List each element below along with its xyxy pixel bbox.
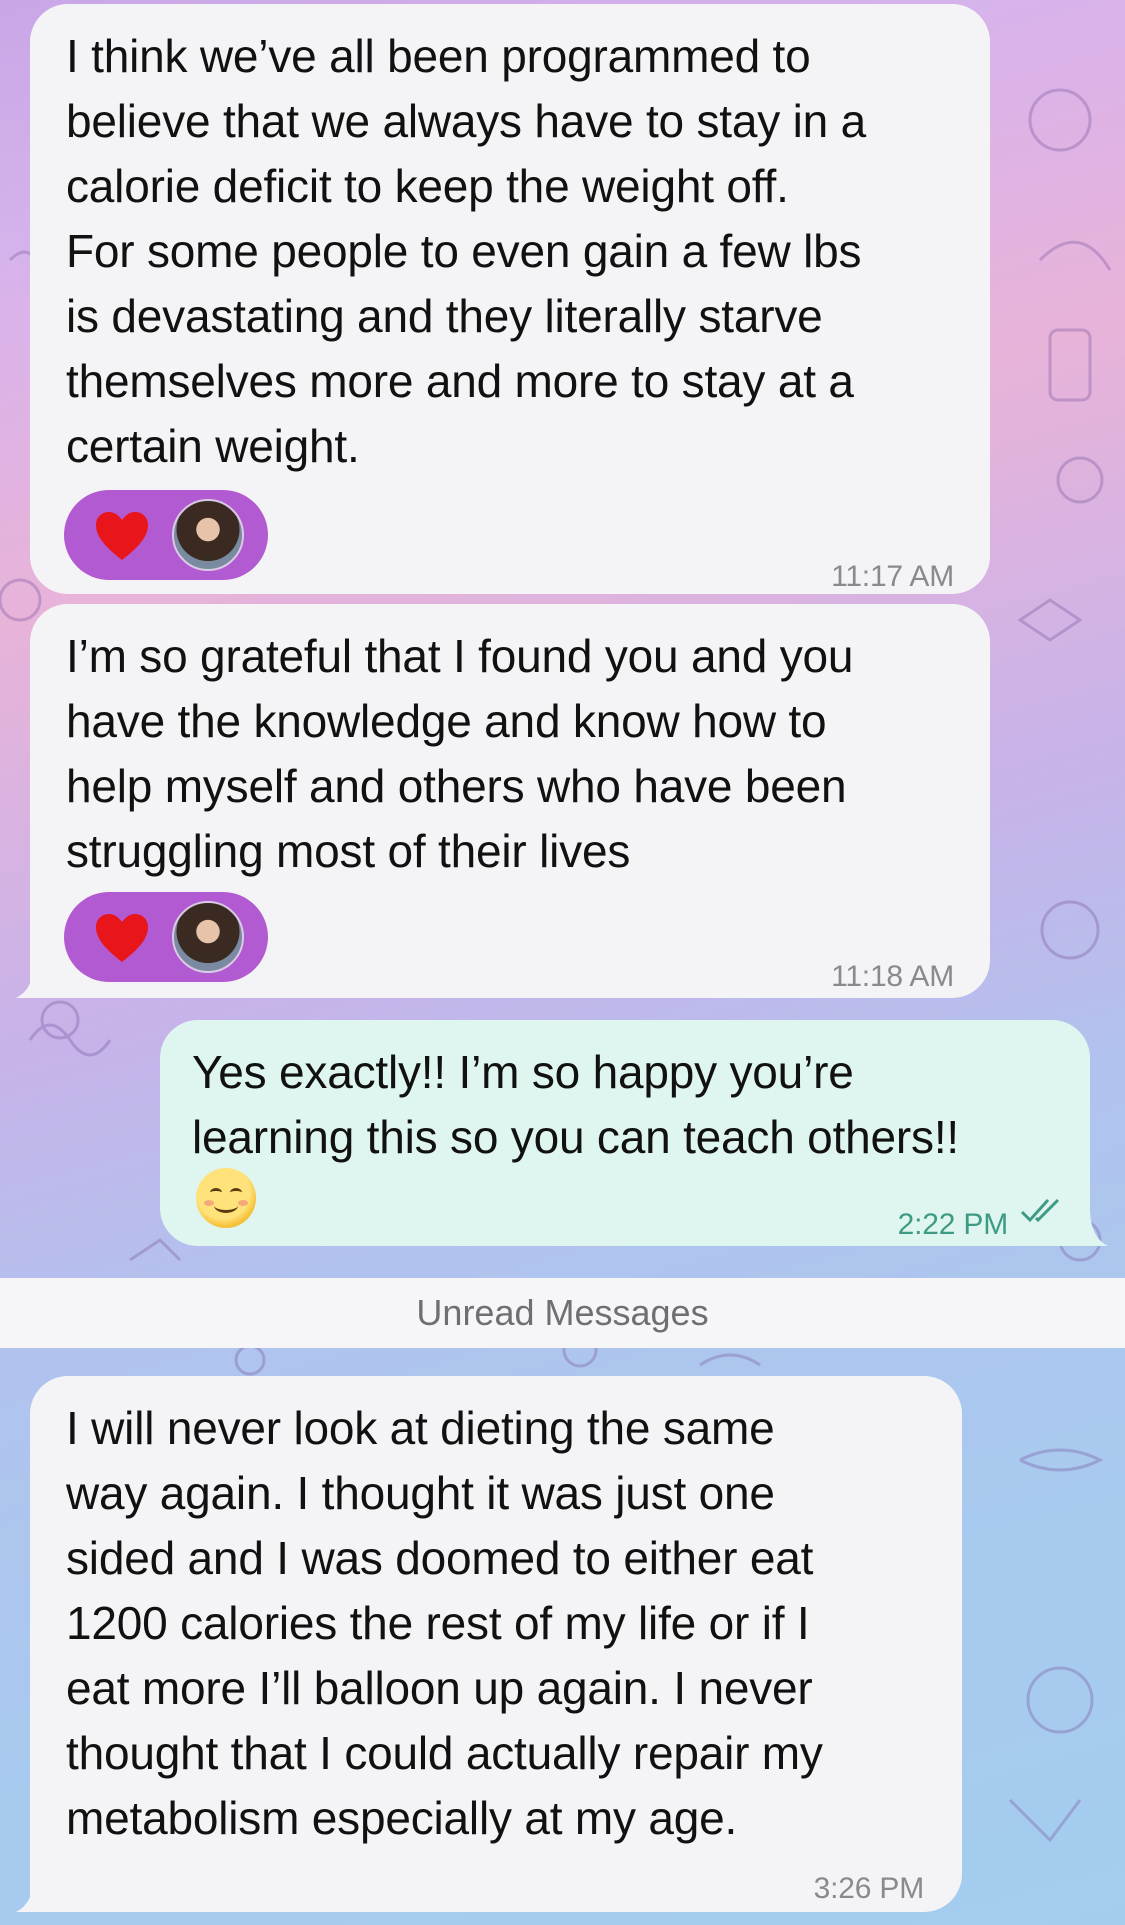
unread-messages-divider: Unread Messages [0, 1278, 1125, 1348]
message-bubble-incoming[interactable]: I will never look at dieting the same wa… [30, 1376, 962, 1912]
message-text: I think we’ve all been programmed to bel… [66, 30, 867, 472]
message-bubble-incoming[interactable]: I think we’ve all been programmed to bel… [30, 4, 990, 594]
message-text: I will never look at dieting the same wa… [66, 1402, 823, 1844]
heart-icon [96, 512, 148, 560]
bubble-tail [16, 1874, 52, 1912]
bubble-tail [16, 960, 52, 998]
avatar [172, 901, 244, 973]
heart-icon [96, 914, 148, 962]
message-bubble-outgoing[interactable]: Yes exactly!! I’m so happy you’re learni… [160, 1020, 1090, 1246]
message-bubble-incoming[interactable]: I’m so grateful that I found you and you… [30, 604, 990, 998]
message-timestamp: 11:17 AM [831, 560, 954, 593]
bubble-tail [1072, 1208, 1108, 1246]
double-check-icon [1020, 1198, 1060, 1223]
avatar [172, 499, 244, 571]
message-timestamp: 2:22 PM [897, 1208, 1009, 1241]
message-timestamp: 3:26 PM [813, 1872, 925, 1905]
message-timestamp: 11:18 AM [831, 960, 954, 993]
message-text: I’m so grateful that I found you and you… [66, 630, 854, 877]
reaction-pill[interactable] [64, 490, 268, 580]
reaction-pill[interactable] [64, 892, 268, 982]
smiling-face-icon [196, 1168, 256, 1228]
message-text: Yes exactly!! I’m so happy you’re learni… [192, 1046, 959, 1163]
